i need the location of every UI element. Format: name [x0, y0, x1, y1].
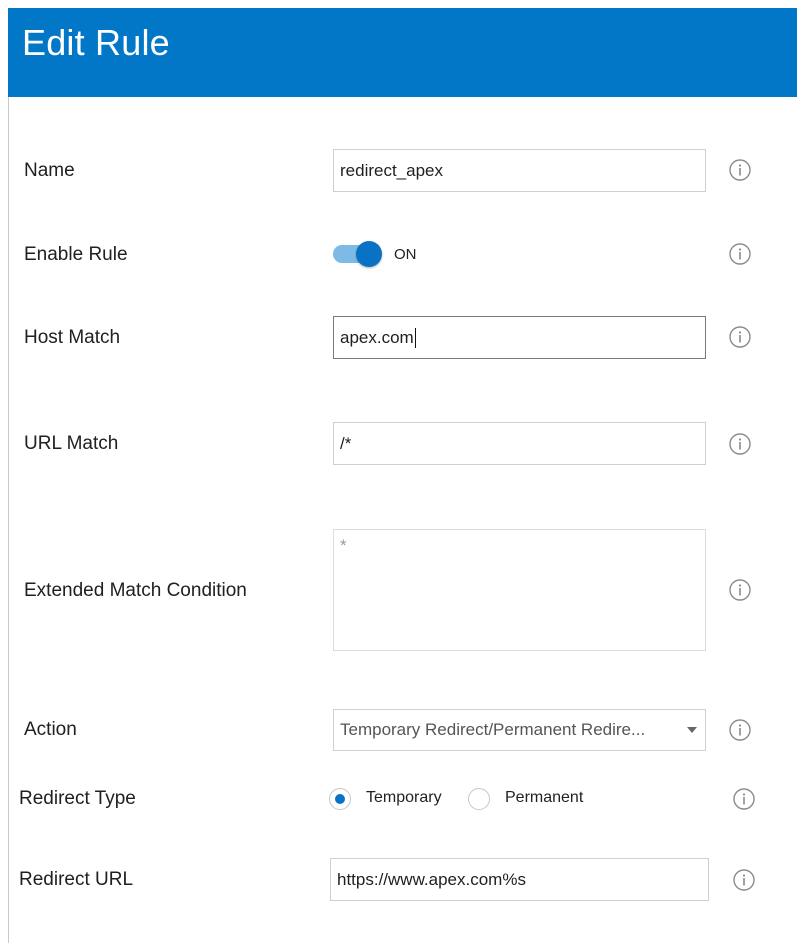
- host-match-input-value: apex.com: [340, 327, 414, 347]
- host-match-label: Host Match: [24, 327, 121, 348]
- redirect-url-input[interactable]: https://www.apex.com%s: [330, 858, 709, 901]
- info-icon[interactable]: [728, 432, 752, 456]
- redirect-type-permanent-label[interactable]: Permanent: [505, 789, 583, 807]
- extended-match-placeholder: *: [340, 536, 347, 555]
- enable-rule-label: Enable Rule: [24, 244, 128, 265]
- dialog-left-border: [8, 97, 9, 943]
- redirect-type-temporary-label[interactable]: Temporary: [366, 789, 442, 807]
- info-icon[interactable]: [732, 787, 756, 811]
- name-label: Name: [24, 160, 75, 181]
- action-label: Action: [24, 719, 77, 740]
- url-match-input-value: /*: [340, 433, 352, 453]
- redirect-type-permanent-radio[interactable]: [468, 788, 490, 810]
- info-icon[interactable]: [728, 158, 752, 182]
- extended-match-textarea[interactable]: *: [333, 529, 706, 651]
- text-caret: [414, 327, 416, 348]
- redirect-url-label: Redirect URL: [19, 869, 134, 890]
- info-icon[interactable]: [728, 578, 752, 602]
- info-icon[interactable]: [728, 325, 752, 349]
- name-input-value: redirect_apex: [340, 160, 444, 180]
- host-match-input[interactable]: apex.com: [333, 316, 706, 359]
- action-selected-value: Temporary Redirect/Permanent Redire...: [340, 720, 646, 739]
- enable-rule-state: ON: [394, 246, 417, 263]
- dropdown-arrow-icon[interactable]: [687, 727, 697, 733]
- action-select[interactable]: Temporary Redirect/Permanent Redire...: [333, 709, 706, 751]
- redirect-url-input-value: https://www.apex.com%s: [337, 869, 526, 889]
- dialog-header: Edit Rule: [8, 8, 797, 97]
- redirect-type-label: Redirect Type: [19, 788, 136, 809]
- info-icon[interactable]: [728, 718, 752, 742]
- extended-match-label: Extended Match Condition: [24, 580, 247, 601]
- info-icon[interactable]: [728, 242, 752, 266]
- enable-rule-toggle-knob[interactable]: [356, 241, 382, 267]
- url-match-label: URL Match: [24, 433, 119, 454]
- url-match-input[interactable]: /*: [333, 422, 706, 465]
- dialog-title: Edit Rule: [22, 22, 170, 63]
- info-icon[interactable]: [732, 868, 756, 892]
- name-input[interactable]: redirect_apex: [333, 149, 706, 192]
- redirect-type-temporary-radio[interactable]: [329, 788, 351, 810]
